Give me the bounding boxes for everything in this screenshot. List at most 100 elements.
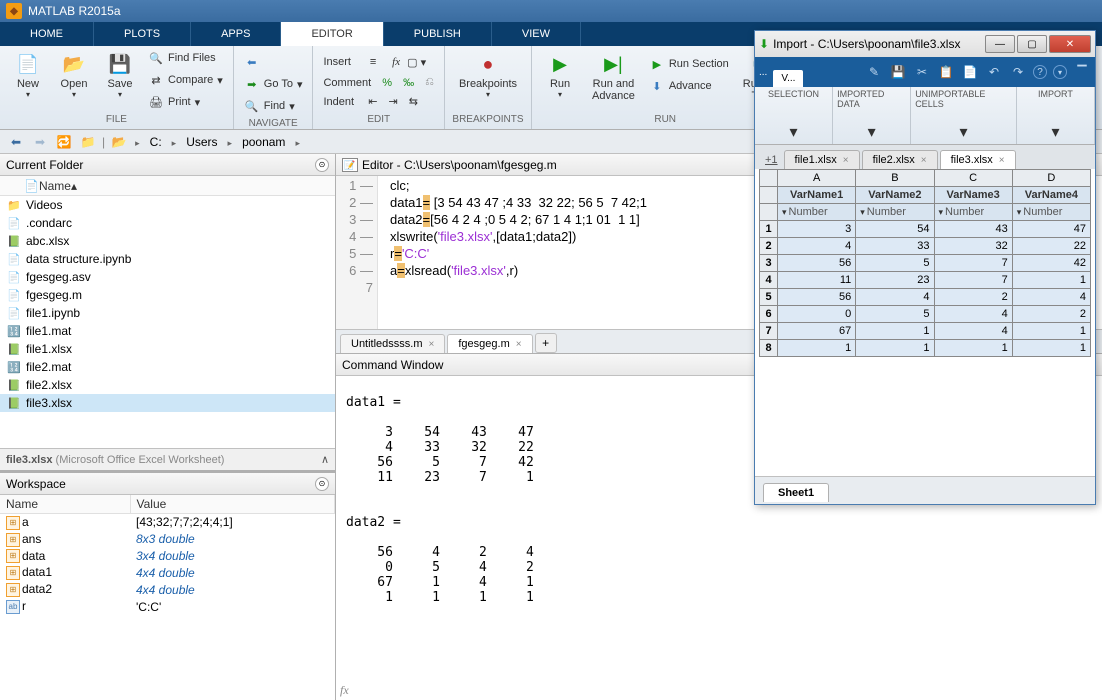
qa-redo-icon[interactable]: ↷	[1009, 63, 1027, 81]
file-item[interactable]: 📗abc.xlsx	[0, 232, 335, 250]
workspace-row[interactable]: ⊞data3x4 double	[0, 548, 335, 565]
file-item[interactable]: 📄data structure.ipynb	[0, 250, 335, 268]
close-file-tab-icon[interactable]: ×	[999, 155, 1005, 166]
import-data-grid[interactable]: ABCDVarName1VarName2VarName3VarName4Numb…	[755, 169, 1095, 476]
panel-actions-icon[interactable]: ⊙	[315, 158, 329, 172]
ribbon-tab-editor[interactable]: EDITOR	[281, 22, 383, 46]
nav-back-button[interactable]: ⬅	[240, 52, 307, 72]
close-tab-icon[interactable]: ×	[516, 339, 522, 350]
open-folder-icon: 📂	[60, 52, 88, 76]
breakpoints-button[interactable]: ●Breakpoints▾	[451, 48, 525, 103]
ribbon-tab-plots[interactable]: PLOTS	[94, 22, 191, 46]
workspace-row[interactable]: ⊞ans8x3 double	[0, 531, 335, 548]
sheet-tab[interactable]: Sheet1	[763, 483, 829, 502]
find-files-button[interactable]: 🔍Find Files	[144, 48, 227, 68]
workspace-row[interactable]: ⊞data14x4 double	[0, 564, 335, 581]
app-title: MATLAB R2015a	[28, 4, 121, 18]
close-file-tab-icon[interactable]: ×	[843, 155, 849, 166]
print-button[interactable]: 🖨Print ▾	[144, 92, 227, 112]
file-item[interactable]: 📄file1.ipynb	[0, 304, 335, 322]
qa-new-icon[interactable]: ✎	[865, 63, 883, 81]
import-title-bar[interactable]: ⬇ Import - C:\Users\poonam\file3.xlsx — …	[755, 31, 1095, 57]
import-file-tab[interactable]: file3.xlsx ×	[940, 150, 1016, 169]
close-tab-icon[interactable]: ×	[429, 339, 435, 350]
browse-button[interactable]: 📁	[78, 132, 98, 152]
qa-help-icon[interactable]: ?	[1033, 65, 1047, 79]
find-button[interactable]: 🔍Find ▾	[240, 96, 307, 116]
m-icon: 📄	[6, 288, 22, 302]
new-button[interactable]: 📄New▾	[6, 48, 50, 112]
run-button[interactable]: ▶Run▾	[538, 48, 582, 106]
file-list: 📄 Name ▴ 📁Videos📄.condarc📗abc.xlsx📄data …	[0, 176, 335, 448]
file-item[interactable]: 🔢file1.mat	[0, 322, 335, 340]
workspace-row[interactable]: abr'C:C'	[0, 598, 335, 615]
folder-icon[interactable]: 📂	[109, 132, 129, 152]
ribbon-tab-home[interactable]: HOME	[0, 22, 94, 46]
section-dropdown-icon[interactable]: ▾	[960, 122, 968, 142]
up-folder-button[interactable]: 🔁	[54, 132, 74, 152]
qa-cut-icon[interactable]: ✂	[913, 63, 931, 81]
qa-paste-icon[interactable]: 📄	[961, 63, 979, 81]
find-icon: 🔍	[244, 98, 260, 114]
file-list-header[interactable]: 📄 Name ▴	[0, 176, 335, 196]
minimize-button[interactable]: —	[985, 35, 1015, 53]
editor-tab[interactable]: fgesgeg.m ×	[447, 334, 532, 353]
workspace-row[interactable]: ⊞a[43;32;7;7;2;4;4;1]	[0, 514, 335, 531]
workspace-row[interactable]: ⊞data24x4 double	[0, 581, 335, 598]
goto-button[interactable]: ➡Go To ▾	[240, 74, 307, 94]
qa-copy-icon[interactable]: 📋	[937, 63, 955, 81]
run-advance-button[interactable]: ▶|Run and Advance	[584, 48, 643, 106]
title-bar: ◆ MATLAB R2015a	[0, 0, 1102, 22]
ribbon-prev-icon[interactable]: ...	[759, 67, 767, 78]
path-part-1[interactable]: poonam	[238, 135, 289, 149]
import-file-tab[interactable]: file1.xlsx ×	[784, 150, 860, 169]
qa-dropdown-icon[interactable]: ▾	[1053, 65, 1067, 79]
back-button[interactable]: ⬅	[6, 132, 26, 152]
advance-button[interactable]: ⬇Advance	[645, 76, 733, 96]
file-item[interactable]: 📄.condarc	[0, 214, 335, 232]
new-tab-button[interactable]: +	[535, 333, 557, 353]
run-section-button[interactable]: ▶Run Section	[645, 54, 733, 74]
file-item[interactable]: 📗file1.xlsx	[0, 340, 335, 358]
save-button[interactable]: 💾Save▾	[98, 48, 142, 112]
close-button[interactable]: ✕	[1049, 35, 1091, 53]
section-dropdown-icon[interactable]: ▾	[868, 122, 876, 142]
qa-save-icon[interactable]: 💾	[889, 63, 907, 81]
editor-tab[interactable]: Untitledssss.m ×	[340, 334, 445, 353]
compare-button[interactable]: ⇄Compare ▾	[144, 70, 227, 90]
file-item[interactable]: 📁Videos	[0, 196, 335, 214]
path-part-0[interactable]: Users	[182, 135, 221, 149]
indent-right-icon: ⇥	[388, 95, 397, 108]
fx-prompt-icon[interactable]: fx	[340, 683, 349, 698]
import-ribbon-tab[interactable]: V...	[773, 70, 803, 87]
path-drive[interactable]: C:	[146, 135, 166, 149]
file-item[interactable]: 📄fgesgeg.asv	[0, 268, 335, 286]
qa-minimize-ribbon-icon[interactable]: ▔	[1073, 63, 1091, 81]
file-item[interactable]: 🔢file2.mat	[0, 358, 335, 376]
qa-undo-icon[interactable]: ↶	[985, 63, 1003, 81]
file-item[interactable]: 📗file3.xlsx	[0, 394, 335, 412]
ribbon-tab-view[interactable]: VIEW	[492, 22, 581, 46]
section-dropdown-icon[interactable]: ▾	[790, 122, 798, 142]
maximize-button[interactable]: ▢	[1017, 35, 1047, 53]
forward-button[interactable]: ➡	[30, 132, 50, 152]
arrow-left-icon: ⬅	[244, 54, 260, 70]
import-file-tab[interactable]: file2.xlsx ×	[862, 150, 938, 169]
workspace-actions-icon[interactable]: ⊙	[315, 477, 329, 491]
detail-expand-icon[interactable]: ∧	[321, 453, 329, 466]
xls-icon: 📗	[6, 234, 22, 248]
section-dropdown-icon[interactable]: ▾	[1051, 122, 1059, 142]
close-file-tab-icon[interactable]: ×	[921, 155, 927, 166]
import-file-tabs: +1 file1.xlsx ×file2.xlsx ×file3.xlsx ×	[755, 145, 1095, 169]
indent-button[interactable]: Indent ⇤ ⇥ ⇆	[319, 93, 437, 110]
ribbon-tab-publish[interactable]: PUBLISH	[384, 22, 492, 46]
open-button[interactable]: 📂Open▾	[52, 48, 96, 112]
comment-button[interactable]: Comment % ‰ ⎌	[319, 74, 437, 91]
file-icon: 📄	[6, 252, 22, 266]
file-item[interactable]: 📄fgesgeg.m	[0, 286, 335, 304]
breakpoint-icon: ●	[474, 52, 502, 76]
insert-button[interactable]: Insert ≡ fx ▢ ▾	[319, 52, 437, 72]
file-item[interactable]: 📗file2.xlsx	[0, 376, 335, 394]
import-plus-tab[interactable]: +1	[759, 151, 784, 169]
ribbon-tab-apps[interactable]: APPS	[191, 22, 281, 46]
